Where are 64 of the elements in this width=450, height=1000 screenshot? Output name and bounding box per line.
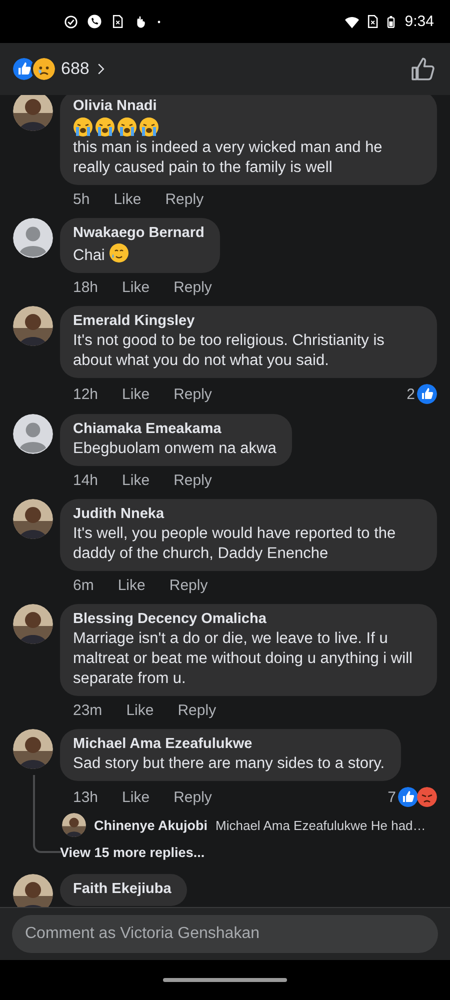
- comment-text: Marriage isn't a do or die, we leave to live. If u maltreat or beat me without doing u anything i will separate from u.: [73, 630, 412, 687]
- crying-face-icon: [139, 117, 159, 137]
- like-link[interactable]: Like: [122, 279, 150, 296]
- avatar-placeholder-icon: [13, 218, 53, 258]
- comment-text: It's well, you people would have reported to the daddy of the church, Daddy Enenche: [73, 525, 396, 562]
- sad-reaction-icon: [31, 56, 57, 82]
- commenter-name[interactable]: Michael Ama Ezeafulukwe: [73, 735, 385, 754]
- like-reaction-icon: [398, 787, 418, 807]
- view-replies-link[interactable]: View 15 more replies...: [60, 845, 437, 860]
- check-circle-icon: [64, 14, 78, 28]
- sim-card-icon: [366, 14, 379, 29]
- like-link[interactable]: Like: [114, 191, 142, 208]
- like-link[interactable]: Like: [122, 472, 150, 489]
- like-link[interactable]: Like: [122, 788, 150, 806]
- commenter-name[interactable]: Judith Nneka: [73, 505, 421, 524]
- sim-card-icon: [111, 14, 124, 29]
- clock-time: 9:34: [404, 13, 434, 30]
- reply-preview: Michael Ama Ezeafulukwe He had…: [216, 818, 426, 832]
- comment-time: 18h: [73, 279, 98, 296]
- angry-reaction-icon: [417, 787, 437, 807]
- avatar-placeholder-icon: [13, 414, 53, 454]
- reply-author[interactable]: Chinenye Akujobi: [94, 818, 208, 832]
- commenter-name[interactable]: Blessing Decency Omalicha: [73, 610, 421, 629]
- comment-time: 13h: [73, 788, 98, 806]
- tearful-face-icon: [108, 243, 129, 263]
- like-link[interactable]: Like: [118, 577, 146, 594]
- comment-time: 14h: [73, 472, 98, 489]
- commenter-name[interactable]: Olivia Nnadi: [73, 97, 421, 116]
- comment-time: 5h: [73, 191, 90, 208]
- comment-text: Chai: [73, 247, 105, 264]
- comment-text: Sad story but there are many sides to a story.: [73, 755, 385, 772]
- phone-icon: [87, 14, 102, 29]
- reply-link[interactable]: Reply: [174, 386, 212, 402]
- comment-time: 6m: [73, 577, 94, 594]
- comment-time: 23m: [73, 702, 102, 719]
- crying-face-icon: [117, 117, 137, 137]
- reply-link[interactable]: Reply: [174, 788, 212, 806]
- comment-text: It's not good to be too religious. Christianity is about what you do not what you said.: [73, 332, 384, 369]
- reply-link[interactable]: Reply: [174, 279, 212, 296]
- reply-link[interactable]: Reply: [178, 702, 216, 719]
- wifi-icon: [344, 14, 360, 28]
- commenter-name[interactable]: Emerald Kingsley: [73, 312, 421, 331]
- reaction-count: 688: [61, 59, 90, 79]
- like-link[interactable]: Like: [126, 702, 154, 719]
- like-link[interactable]: Like: [122, 386, 150, 402]
- comment-time: 12h: [73, 386, 98, 402]
- reaction-count: 7: [388, 788, 396, 806]
- commenter-name[interactable]: Faith Ekejiuba: [73, 880, 172, 899]
- comment-field[interactable]: Comment as Victoria Genshakan: [12, 915, 438, 953]
- reply-link[interactable]: Reply: [165, 191, 204, 208]
- battery-icon: [384, 14, 397, 30]
- thumbs-up-icon: [410, 56, 436, 82]
- comment-text: this man is indeed a very wicked man and he really caused pain to the family is well: [73, 139, 382, 176]
- crying-face-icon: [73, 117, 93, 137]
- crying-face-icon: [95, 117, 115, 137]
- reaction-count: 2: [406, 386, 415, 402]
- commenter-name[interactable]: Nwakaego Bernard: [73, 224, 204, 243]
- reply-link[interactable]: Reply: [169, 577, 208, 594]
- commenter-name[interactable]: Chiamaka Emeakama: [73, 420, 276, 439]
- reaction-summary[interactable]: 688: [11, 56, 108, 82]
- reply-link[interactable]: Reply: [174, 472, 212, 489]
- dot-icon: [156, 18, 162, 24]
- comment-text: Ebegbuolam onwem na akwa: [73, 440, 276, 457]
- like-reaction-icon: [417, 384, 437, 404]
